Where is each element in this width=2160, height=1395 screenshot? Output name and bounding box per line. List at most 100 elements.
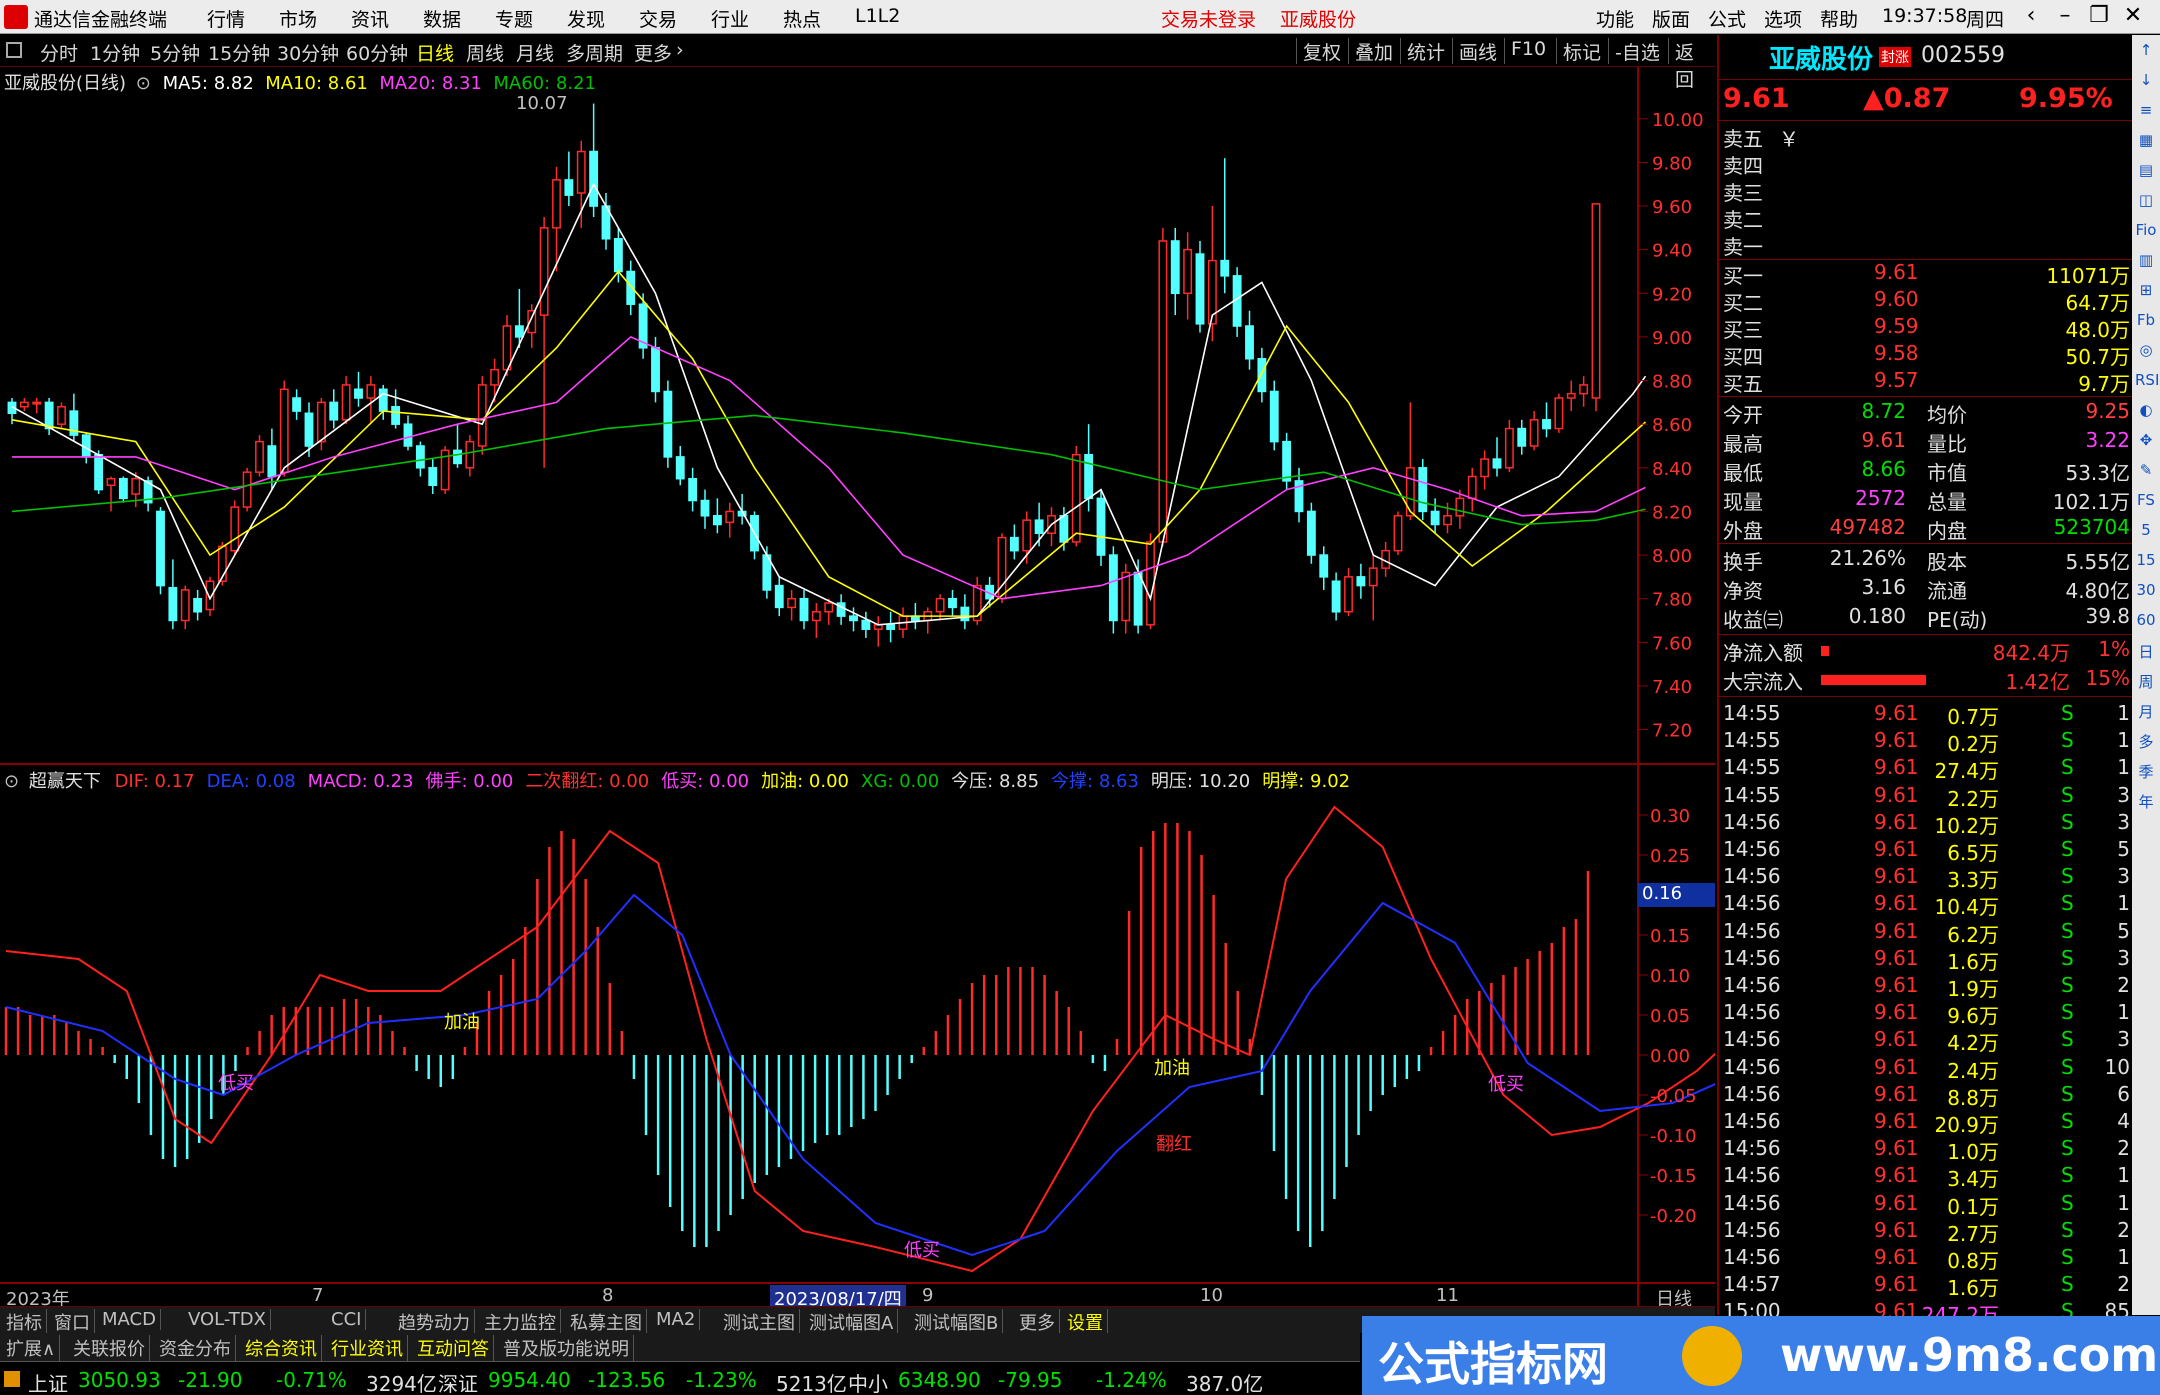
menu-item-faxian[interactable]: 发现	[567, 5, 605, 32]
side-tool-icon[interactable]: FS	[2135, 491, 2157, 513]
side-tool-icon[interactable]: ✥	[2135, 431, 2157, 453]
extension-tab[interactable]: 综合资讯	[241, 1335, 322, 1361]
indicator-tab[interactable]: VOL-TDX	[184, 1309, 271, 1330]
btn-f10[interactable]: F10	[1504, 38, 1552, 64]
tab-60min[interactable]: 60分钟	[346, 39, 408, 66]
menu-item-zhuanti[interactable]: 专题	[495, 5, 533, 32]
tick-volume: 8.8万	[1947, 1085, 1999, 1110]
legend-toggle-icon[interactable]: ⊙	[136, 73, 151, 94]
side-tool-icon[interactable]: 日	[2135, 641, 2157, 663]
side-tool-icon[interactable]: 60	[2135, 611, 2157, 633]
btn-fanhui[interactable]: 返回	[1668, 38, 1715, 91]
side-tool-icon[interactable]: ↑	[2135, 41, 2157, 63]
tab-more[interactable]: 更多	[634, 39, 672, 66]
status-icon[interactable]	[4, 1371, 20, 1387]
btn-biaoji[interactable]: 标记	[1556, 38, 1607, 64]
side-tool-icon[interactable]: ◐	[2135, 401, 2157, 423]
extension-tab[interactable]: 关联报价	[69, 1335, 150, 1361]
side-tool-icon[interactable]: RSI	[2135, 371, 2159, 393]
menu-item-hangye[interactable]: 行业	[711, 5, 749, 32]
close-icon[interactable]: ✕	[2118, 3, 2148, 31]
side-tool-icon[interactable]: ◎	[2135, 341, 2157, 363]
extension-tab[interactable]: 扩展∧	[2, 1335, 61, 1361]
kline-chart-svg[interactable]: 10.00 9.80 9.60 9.40 9.20 9.00 8.80 8.60 8.40 8.2…	[0, 67, 1855, 1310]
side-tool-icon[interactable]: 多	[2135, 731, 2157, 753]
indicator-tab[interactable]: 趋势动力	[394, 1309, 475, 1335]
panel-toggle-icon[interactable]	[6, 42, 22, 58]
side-tool-icon[interactable]: Fio	[2135, 221, 2157, 243]
btn-huaxian[interactable]: 画线	[1452, 38, 1503, 64]
menu-item-redian[interactable]: 热点	[783, 5, 821, 32]
index-name[interactable]: 中小	[848, 1368, 888, 1395]
extension-tab[interactable]: 行业资讯	[327, 1335, 408, 1361]
extension-tab[interactable]: 互动问答	[413, 1335, 494, 1361]
menu-item-gongneng[interactable]: 功能	[1596, 5, 1634, 32]
indicator-tab[interactable]: 私募主图	[566, 1309, 647, 1335]
side-tool-icon[interactable]: 5	[2135, 521, 2157, 543]
indicator-tab[interactable]: 测试幅图B	[910, 1309, 1004, 1335]
side-tool-icon[interactable]: 15	[2135, 551, 2157, 573]
tab-30min[interactable]: 30分钟	[277, 39, 339, 66]
indicator-tab[interactable]: 设置	[1063, 1309, 1108, 1335]
index-name[interactable]: 上证	[28, 1368, 68, 1395]
side-tool-icon[interactable]: Fb	[2135, 311, 2157, 333]
ma10-legend: MA10: 8.61	[265, 73, 368, 94]
tab-monthly[interactable]: 月线	[516, 39, 554, 66]
indicator-toggle-icon[interactable]: ⊙	[4, 771, 19, 792]
ticks-divider	[1719, 696, 2134, 697]
index-name[interactable]: 深证	[438, 1368, 478, 1395]
tab-daily[interactable]: 日线	[416, 39, 454, 66]
extension-tab[interactable]: 资金分布	[155, 1335, 236, 1361]
side-tool-icon[interactable]: 季	[2135, 761, 2157, 783]
side-tool-icon[interactable]: ⊞	[2135, 281, 2157, 303]
menu-item-zixun[interactable]: 资讯	[351, 5, 389, 32]
menu-item-gongshi[interactable]: 公式	[1708, 5, 1746, 32]
side-tool-icon[interactable]: 年	[2135, 791, 2157, 813]
menu-item-shichang[interactable]: 市场	[279, 5, 317, 32]
extension-tab[interactable]: 普及版功能说明	[499, 1335, 634, 1361]
btn-zixuan[interactable]: -自选	[1608, 38, 1666, 64]
indicator-tab[interactable]: 主力监控	[480, 1309, 561, 1335]
minimize-icon[interactable]: –	[2050, 3, 2080, 31]
chart-area[interactable]: 10.00 9.80 9.60 9.40 9.20 9.00 8.80 8.60 8.40 8.2…	[0, 67, 1855, 1310]
tab-1min[interactable]: 1分钟	[90, 39, 140, 66]
menu-item-hangqing[interactable]: 行情	[207, 5, 245, 32]
menu-item-bangzhu[interactable]: 帮助	[1820, 5, 1858, 32]
menu-item-l1l2[interactable]: L1L2	[855, 5, 900, 27]
tab-15min[interactable]: 15分钟	[208, 39, 270, 66]
menu-item-banmian[interactable]: 版面	[1652, 5, 1690, 32]
btn-fuquan[interactable]: 复权	[1296, 38, 1347, 64]
btn-diejia[interactable]: 叠加	[1348, 38, 1399, 64]
tab-multi-period[interactable]: 多周期	[566, 39, 623, 66]
side-tool-icon[interactable]: ◫	[2135, 191, 2157, 213]
side-tool-icon[interactable]: ≡	[2135, 101, 2157, 123]
indicator-tab[interactable]: MACD	[98, 1309, 161, 1330]
menu-item-xuanxiang[interactable]: 选项	[1764, 5, 1802, 32]
side-tool-icon[interactable]: ✎	[2135, 461, 2157, 483]
tab-5min[interactable]: 5分钟	[150, 39, 200, 66]
more-chevron-icon[interactable]: ›	[676, 39, 684, 61]
menu-item-jiaoyi[interactable]: 交易	[639, 5, 677, 32]
back-icon[interactable]: ‹	[2016, 3, 2046, 31]
side-tool-icon[interactable]: ▦	[2135, 131, 2157, 153]
btn-tongji[interactable]: 统计	[1400, 38, 1451, 64]
menu-item-shuju[interactable]: 数据	[423, 5, 461, 32]
side-tool-icon[interactable]: 周	[2135, 671, 2157, 693]
indicator-tab[interactable]: 指标	[2, 1309, 47, 1335]
side-tool-icon[interactable]: ▥	[2135, 251, 2157, 273]
side-tool-icon[interactable]: ▤	[2135, 161, 2157, 183]
side-tool-icon[interactable]: 30	[2135, 581, 2157, 603]
side-tool-icon[interactable]: ↓	[2135, 71, 2157, 93]
indicator-tab[interactable]: 窗口	[50, 1309, 95, 1335]
tick-side: S	[2061, 701, 2074, 725]
indicator-tab[interactable]: 测试主图	[719, 1309, 800, 1335]
tab-fenshi[interactable]: 分时	[40, 39, 78, 66]
tab-weekly[interactable]: 周线	[466, 39, 504, 66]
login-status[interactable]: 交易未登录	[1161, 5, 1256, 32]
indicator-tab[interactable]: MA2	[652, 1309, 701, 1330]
side-tool-icon[interactable]: 月	[2135, 701, 2157, 723]
indicator-tab[interactable]: 测试幅图A	[805, 1309, 899, 1335]
indicator-tab[interactable]: 更多	[1015, 1309, 1060, 1335]
indicator-tab[interactable]: CCI	[327, 1309, 367, 1330]
restore-icon[interactable]: ❐	[2084, 3, 2114, 31]
